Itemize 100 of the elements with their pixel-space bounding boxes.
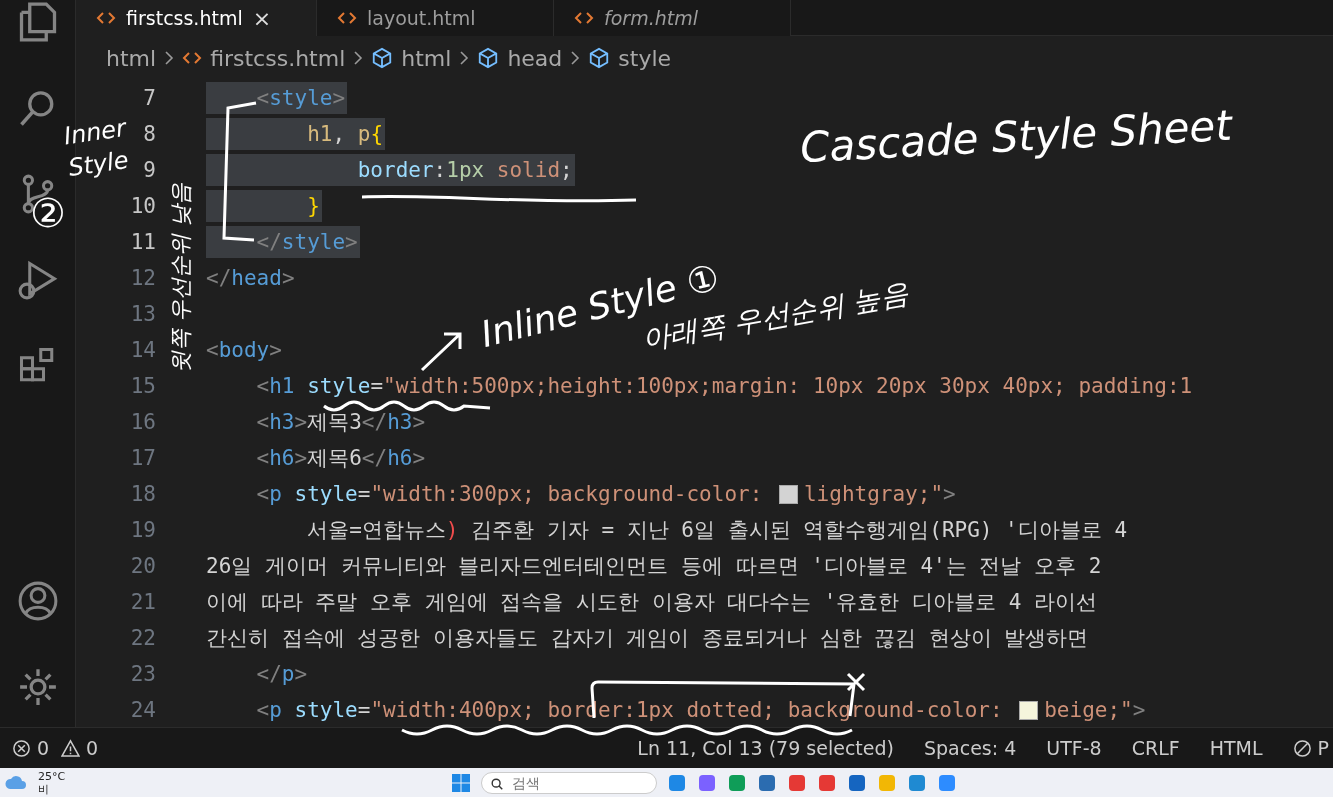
breadcrumb-item[interactable]: html [401, 45, 452, 71]
code-token: ; [560, 158, 573, 182]
code-token: 김주환 기자 = 지난 6일 출시된 역할수행게임(RPG) '디아블로 4 [470, 518, 1128, 542]
cube-icon [477, 47, 500, 69]
code-token: </ [206, 266, 232, 290]
app-icon[interactable] [937, 772, 958, 793]
code-token: = [370, 374, 384, 398]
temperature-label: 25°C [38, 769, 66, 783]
handwritten-note: ② [30, 190, 66, 236]
error-icon[interactable] [12, 738, 31, 758]
code-token: p [269, 482, 282, 506]
code-token: solid [495, 158, 561, 182]
code-token: lightgray;" [803, 482, 944, 506]
line-number: 24 [129, 698, 156, 722]
tab-label: form.html [604, 7, 698, 29]
warning-count[interactable]: 0 [86, 737, 99, 759]
warning-icon[interactable] [61, 738, 81, 758]
handwritten-note: Inner Style [61, 112, 132, 184]
code-token: style [306, 374, 371, 398]
code-token: < [255, 698, 270, 722]
code-token: > [294, 662, 308, 686]
code-token: style [269, 86, 333, 110]
code-token: </ [255, 662, 282, 686]
line-number: 22 [129, 626, 156, 650]
status-item[interactable]: HTML [1209, 737, 1263, 759]
code-token: p [269, 698, 282, 722]
line-number: 21 [129, 590, 156, 614]
windows-start-icon[interactable] [451, 772, 472, 793]
code-token: > [269, 338, 282, 362]
code-token: < [255, 482, 270, 506]
code-token: > [412, 410, 426, 434]
code-token: > [294, 410, 308, 434]
line-number: 17 [129, 446, 156, 470]
app-icon[interactable] [667, 772, 688, 793]
code-token: = [357, 482, 371, 506]
error-count[interactable]: 0 [37, 737, 50, 759]
line-number: 18 [129, 482, 156, 506]
code-token: border [356, 158, 434, 182]
code-token: h6 [387, 446, 413, 470]
prohibited-icon[interactable] [1292, 738, 1312, 758]
code-token: </ [361, 410, 388, 434]
weather-label: 비 [38, 782, 50, 796]
code-token: < [206, 338, 219, 362]
handwritten-note: 윗쪽 우선순위 낮음 [167, 182, 194, 375]
handwritten-note: Cascade Style Sheet [799, 100, 1233, 173]
code-token: < [255, 86, 270, 110]
breadcrumb-item[interactable]: style [618, 45, 672, 71]
code-token: </ [361, 446, 388, 470]
status-item[interactable]: CRLF [1131, 737, 1180, 759]
line-number: 16 [129, 410, 156, 434]
tab-label: firstcss.html [126, 7, 243, 29]
code-token: body [218, 338, 270, 362]
code-token: > [281, 266, 295, 290]
code-token: style [293, 482, 358, 506]
line-number: 11 [129, 230, 156, 254]
code-token: < [255, 410, 270, 434]
cube-icon [371, 47, 394, 69]
code-token: > [1132, 698, 1146, 722]
app-icon[interactable] [697, 772, 718, 793]
line-number: 10 [129, 194, 156, 218]
code-token: h3 [387, 410, 413, 434]
close-icon[interactable]: × [252, 5, 272, 31]
app-icon[interactable] [907, 772, 928, 793]
editor-tab[interactable]: firstcss.html × [76, 0, 317, 36]
status-item[interactable]: P [1317, 737, 1329, 759]
code-token: beige;" [1044, 698, 1133, 722]
app-icon[interactable] [787, 772, 808, 793]
code-token: style [293, 698, 358, 722]
line-number: 20 [129, 554, 156, 578]
code-token: 서울=연합뉴스 [306, 518, 446, 542]
code-token: h1 [306, 122, 333, 146]
chevron-icon [459, 50, 470, 66]
code-token: p [357, 122, 371, 146]
breadcrumb-item[interactable]: firstcss.html [210, 45, 346, 71]
status-item[interactable]: Ln 11, Col 13 (79 selected) [637, 737, 894, 759]
color-swatch-icon[interactable] [1019, 700, 1039, 720]
code-token: 26일 게이머 커뮤니티와 블리자드엔터테인먼트 등에 따르면 '디아블로 4'는 전날 오후 2 [206, 554, 1102, 578]
status-item[interactable]: UTF-8 [1046, 737, 1102, 759]
code-token: < [255, 446, 270, 470]
code-token: > [332, 86, 346, 110]
search-icon [490, 776, 505, 791]
line-number: 12 [129, 266, 156, 290]
code-token: , [332, 122, 347, 146]
app-icon[interactable] [817, 772, 838, 793]
cube-icon [588, 47, 611, 69]
app-icon[interactable] [847, 772, 868, 793]
code-token: < [255, 374, 270, 398]
color-swatch-icon[interactable] [778, 484, 798, 504]
html-file-icon [96, 11, 116, 25]
breadcrumb-item[interactable]: head [507, 45, 563, 71]
app-icon[interactable] [727, 772, 748, 793]
breadcrumb-item[interactable]: html [106, 45, 157, 71]
code-token: </ [255, 230, 282, 254]
html-file-icon [182, 51, 203, 65]
status-item[interactable]: Spaces: 4 [923, 737, 1017, 759]
code-token: ) [445, 518, 459, 542]
app-icon[interactable] [757, 772, 778, 793]
taskbar-search-field[interactable]: 검색 [481, 771, 658, 794]
code-token: 제목3 [307, 410, 362, 434]
code-token: = [357, 698, 371, 722]
